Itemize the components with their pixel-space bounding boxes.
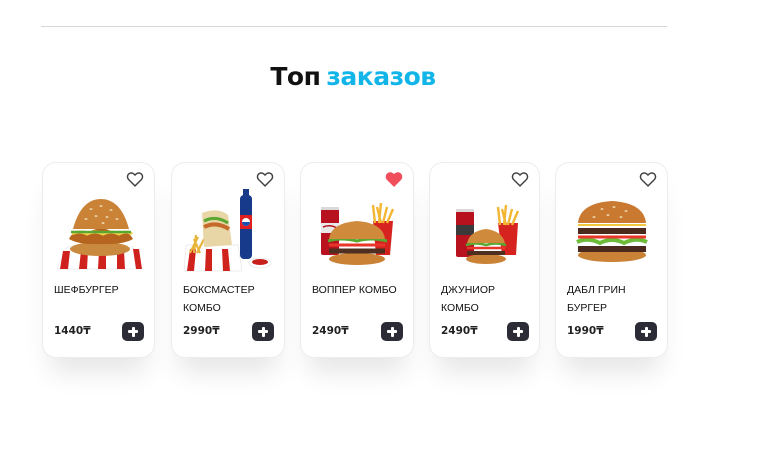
- boxmaster-combo-image: [183, 189, 272, 272]
- add-to-cart-button[interactable]: [507, 322, 529, 341]
- product-price: 2490₸: [441, 325, 478, 337]
- product-price: 2990₸: [183, 325, 220, 337]
- add-to-cart-button[interactable]: [122, 322, 144, 341]
- product-name: ВОППЕР КОМБО: [312, 284, 397, 296]
- product-name: ДАБЛ ГРИН БУРГЕР: [567, 284, 626, 314]
- heart-icon[interactable]: [126, 171, 144, 187]
- product-card[interactable]: ДЖУНИОР КОМБО 2490₸: [429, 162, 540, 358]
- double-green-burger-image: [576, 201, 648, 262]
- add-to-cart-button[interactable]: [381, 322, 403, 341]
- section-title: Топ заказов: [0, 62, 706, 91]
- product-card[interactable]: ДАБЛ ГРИН БУРГЕР 1990₸: [555, 162, 668, 358]
- product-name: БОКСМАСТЕР КОМБО: [183, 284, 255, 314]
- heart-icon[interactable]: [511, 171, 529, 187]
- product-name: ШЕФБУРГЕР: [54, 284, 119, 296]
- section-title-part1: Топ: [270, 62, 321, 91]
- product-price: 1990₸: [567, 325, 604, 337]
- junior-combo-image: [456, 204, 520, 264]
- product-card[interactable]: БОКСМАСТЕР КОМБО 2990₸: [171, 162, 285, 358]
- chef-burger-image: [56, 199, 142, 270]
- heart-icon[interactable]: [385, 171, 403, 187]
- product-name: ДЖУНИОР КОМБО: [441, 284, 496, 314]
- add-to-cart-button[interactable]: [252, 322, 274, 341]
- product-card[interactable]: ШЕФБУРГЕР 1440₸: [42, 162, 155, 358]
- heart-icon[interactable]: [256, 171, 274, 187]
- top-divider: [41, 26, 667, 27]
- whopper-combo-image: [321, 202, 395, 265]
- heart-icon[interactable]: [639, 171, 657, 187]
- product-card[interactable]: ВОППЕР КОМБО 2490₸: [300, 162, 414, 358]
- add-to-cart-button[interactable]: [635, 322, 657, 341]
- section-title-part2: заказов: [326, 62, 436, 91]
- product-price: 2490₸: [312, 325, 349, 337]
- product-price: 1440₸: [54, 325, 91, 337]
